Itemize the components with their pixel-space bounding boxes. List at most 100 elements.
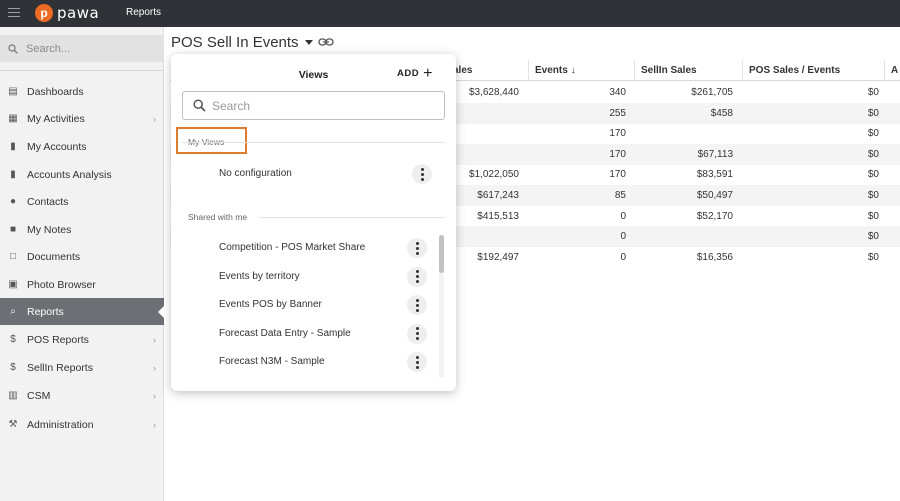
table-cell: 170 bbox=[609, 148, 626, 160]
sidebar-item-label: Photo Browser bbox=[27, 278, 96, 291]
sidebar-item-sellin-reports[interactable]: $ SellIn Reports › bbox=[0, 354, 164, 381]
sidebar: Search... ▤ Dashboards ▦ My Activities › ▮ My … bbox=[0, 27, 165, 501]
kebab-dot bbox=[420, 167, 424, 171]
scrollbar-thumb[interactable] bbox=[439, 235, 444, 273]
table-cell: $0 bbox=[867, 128, 879, 140]
active-indicator bbox=[158, 305, 165, 319]
sidebar-item-dashboards[interactable]: ▤ Dashboards bbox=[0, 78, 164, 105]
sidebar-item-administration[interactable]: ⚒ Administration › bbox=[0, 411, 164, 438]
image-icon: ▣ bbox=[8, 279, 18, 290]
sidebar-item-label: POS Reports bbox=[27, 333, 89, 346]
app-logo[interactable]: p pawa bbox=[35, 3, 99, 23]
shared-view-item[interactable]: Forecast N3M - Sample bbox=[219, 356, 325, 367]
chevron-right-icon: › bbox=[153, 420, 156, 430]
sidebar-item-my-activities[interactable]: ▦ My Activities › bbox=[0, 105, 164, 132]
views-panel: Views ADD + Search My Views No configura… bbox=[171, 54, 456, 391]
kebab-dot bbox=[415, 298, 419, 302]
table-cell: 0 bbox=[620, 251, 626, 263]
table-cell: $261,705 bbox=[691, 87, 733, 98]
sidebar-divider bbox=[0, 70, 164, 71]
sidebar-item-label: Dashboards bbox=[27, 85, 84, 98]
column-header[interactable]: ales bbox=[446, 60, 528, 80]
more-options-icon[interactable] bbox=[407, 352, 427, 373]
column-header[interactable]: A bbox=[884, 60, 900, 80]
more-options-icon[interactable] bbox=[407, 266, 427, 287]
wrench-icon: ⚒ bbox=[8, 419, 18, 430]
sidebar-item-my-notes[interactable]: ■ My Notes bbox=[0, 216, 164, 243]
kebab-dot bbox=[415, 360, 419, 364]
more-options-icon[interactable] bbox=[407, 295, 427, 316]
views-search-input[interactable]: Search bbox=[182, 91, 445, 120]
documents-icon: □ bbox=[9, 251, 17, 262]
kebab-dot bbox=[415, 270, 419, 274]
column-header[interactable]: POS Sales / Events bbox=[742, 60, 884, 80]
kebab-dot bbox=[415, 241, 419, 245]
dollar-icon: $ bbox=[10, 362, 16, 373]
kebab-dot bbox=[420, 177, 424, 181]
table-cell: $50,497 bbox=[696, 190, 733, 201]
add-view-label: ADD bbox=[397, 68, 420, 79]
kebab-dot bbox=[415, 308, 419, 312]
sidebar-item-csm[interactable]: ▥ CSM › bbox=[0, 382, 164, 409]
shared-view-item[interactable]: Forecast Data Entry - Sample bbox=[219, 328, 351, 339]
shared-view-item[interactable]: Events POS by Banner bbox=[219, 299, 322, 310]
sidebar-item-photo-browser[interactable]: ▣ Photo Browser bbox=[0, 271, 164, 298]
logo-text: pawa bbox=[57, 4, 100, 22]
hamburger-menu-icon[interactable] bbox=[8, 8, 20, 18]
table-cell: $16,356 bbox=[696, 251, 733, 263]
sidebar-item-label: Accounts Analysis bbox=[27, 168, 112, 181]
kebab-dot bbox=[415, 246, 419, 250]
sidebar-item-documents[interactable]: □ Documents bbox=[0, 243, 164, 270]
sidebar-search-placeholder: Search... bbox=[26, 42, 71, 55]
views-search-placeholder: Search bbox=[212, 98, 251, 113]
my-view-item[interactable]: No configuration bbox=[219, 168, 292, 179]
top-bar: p pawa Reports bbox=[0, 0, 900, 27]
table-cell: 85 bbox=[614, 190, 626, 201]
sidebar-item-label: Contacts bbox=[27, 195, 69, 208]
column-header[interactable]: SellIn Sales bbox=[634, 60, 742, 80]
search-icon bbox=[8, 43, 18, 54]
table-cell: 0 bbox=[620, 210, 626, 222]
more-options-icon[interactable] bbox=[412, 164, 432, 184]
page-title: POS Sell In Events bbox=[171, 34, 299, 51]
table-cell: $52,170 bbox=[696, 210, 733, 222]
search-icon bbox=[193, 99, 206, 112]
kebab-dot bbox=[415, 251, 419, 255]
shared-view-item[interactable]: Competition - POS Market Share bbox=[219, 242, 365, 253]
caret-down-icon bbox=[304, 40, 313, 45]
table-cell: $0 bbox=[867, 148, 879, 160]
search-report-icon: ⌕ bbox=[10, 306, 16, 317]
sidebar-item-reports[interactable]: ⌕ Reports bbox=[0, 298, 165, 325]
sidebar-item-pos-reports[interactable]: $ POS Reports › bbox=[0, 326, 164, 353]
shared-view-item[interactable]: Events by territory bbox=[219, 271, 300, 282]
table-cell: $67,113 bbox=[697, 148, 733, 160]
column-header[interactable]: Events ↓ bbox=[528, 60, 634, 80]
chevron-right-icon: › bbox=[153, 363, 156, 373]
section-rule bbox=[182, 142, 445, 143]
sidebar-item-accounts-analysis[interactable]: ▮ Accounts Analysis bbox=[0, 161, 164, 188]
table-cell: $0 bbox=[867, 210, 879, 222]
table-cell: 0 bbox=[620, 231, 626, 243]
link-icon[interactable] bbox=[318, 37, 334, 47]
more-options-icon[interactable] bbox=[407, 238, 427, 258]
report-title-dropdown[interactable]: POS Sell In Events bbox=[171, 34, 313, 51]
kebab-dot bbox=[415, 280, 419, 284]
add-view-button[interactable]: ADD + bbox=[397, 64, 433, 82]
sidebar-search-input[interactable]: Search... bbox=[0, 35, 164, 62]
person-icon: ● bbox=[9, 196, 17, 207]
chevron-right-icon: › bbox=[153, 391, 156, 401]
table-cell: 255 bbox=[609, 107, 626, 119]
table-cell: 340 bbox=[609, 87, 626, 98]
table-cell: 170 bbox=[609, 128, 626, 140]
table-cell: $0 bbox=[867, 190, 879, 201]
kebab-dot bbox=[415, 365, 419, 369]
sidebar-item-label: SellIn Reports bbox=[27, 361, 93, 374]
sidebar-item-label: My Notes bbox=[27, 223, 72, 236]
chevron-right-icon: › bbox=[153, 335, 156, 345]
more-options-icon[interactable] bbox=[407, 323, 427, 344]
table-cell: $0 bbox=[867, 231, 879, 243]
sidebar-item-contacts[interactable]: ● Contacts bbox=[0, 188, 164, 215]
plus-icon: + bbox=[423, 64, 433, 82]
sidebar-item-my-accounts[interactable]: ▮ My Accounts bbox=[0, 133, 164, 160]
table-cell: $0 bbox=[867, 169, 879, 181]
